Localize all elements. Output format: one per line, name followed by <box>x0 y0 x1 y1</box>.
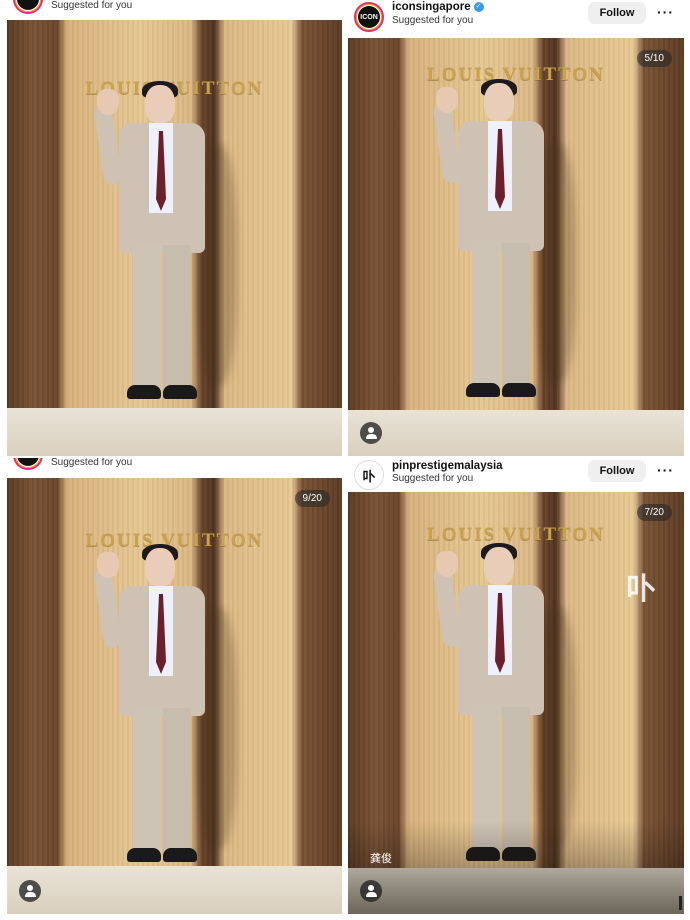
watermark-logo: 卟 <box>626 572 656 607</box>
image-counter: 5/10 <box>636 50 672 67</box>
image-counter: 9/20 <box>294 490 330 507</box>
more-options-icon[interactable]: ··· <box>657 4 674 20</box>
image-counter: 7/20 <box>636 504 672 521</box>
post-card-3: Suggested for you LOUIS VUITTON 9/20 <box>7 458 342 914</box>
suggested-label: Suggested for you <box>51 0 133 11</box>
verified-badge-icon: ✓ <box>473 2 484 12</box>
post-header: Suggested for you <box>7 458 342 476</box>
post-card-4: 卟 pinprestigemalaysia Suggested for you … <box>348 458 684 914</box>
post-card-2: ICON iconsingapore ✓ Suggested for you F… <box>348 0 684 456</box>
brand-logo: LOUIS VUITTON <box>427 64 605 85</box>
post-header: Suggested for you <box>7 0 342 20</box>
post-photo[interactable]: LOUIS VUITTON 5/10 <box>348 38 684 456</box>
tagged-users-icon[interactable] <box>360 422 382 444</box>
tagged-users-icon[interactable] <box>360 880 382 902</box>
follow-button[interactable]: Follow <box>588 2 646 24</box>
suggested-label: Suggested for you <box>51 458 133 468</box>
post-photo[interactable]: LOUIS VUITTON 9/20 <box>7 478 342 914</box>
username[interactable]: pinprestigemalaysia <box>392 460 503 472</box>
tagged-users-icon[interactable] <box>19 880 41 902</box>
scrollbar[interactable] <box>679 896 682 910</box>
follow-button[interactable]: Follow <box>588 460 646 482</box>
post-header: 卟 pinprestigemalaysia Suggested for you … <box>348 458 684 492</box>
avatar[interactable] <box>13 0 43 14</box>
avatar[interactable]: 卟 <box>354 460 384 490</box>
more-options-icon[interactable]: ··· <box>657 462 674 478</box>
username[interactable]: iconsingapore ✓ <box>392 1 484 13</box>
avatar[interactable]: ICON <box>354 2 384 32</box>
photo-caption: 龚俊 <box>370 852 392 865</box>
brand-logo: LOUIS VUITTON <box>427 524 605 545</box>
avatar[interactable] <box>13 458 43 470</box>
suggested-label: Suggested for you <box>392 15 474 26</box>
post-card-1: Suggested for you LOUIS VUITTON <box>7 0 342 456</box>
post-photo[interactable]: LOUIS VUITTON <box>7 20 342 456</box>
post-photo[interactable]: LOUIS VUITTON 7/20 卟 龚俊 <box>348 492 684 914</box>
post-header: ICON iconsingapore ✓ Suggested for you F… <box>348 0 684 38</box>
suggested-label: Suggested for you <box>392 473 474 484</box>
